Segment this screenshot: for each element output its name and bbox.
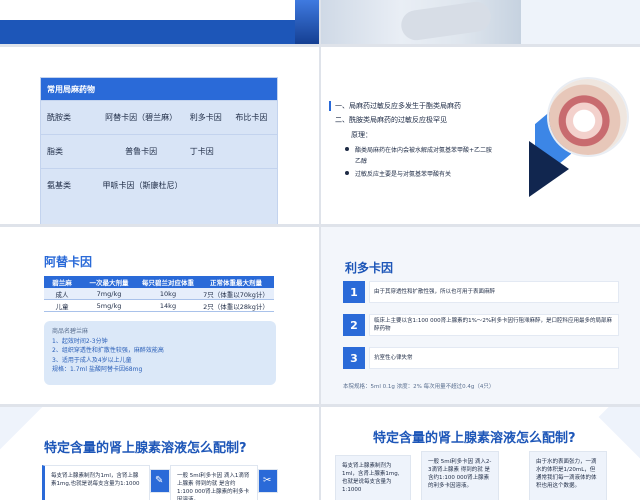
header-cell: 正常体重最大剂量 bbox=[210, 279, 262, 287]
table-row: 儿童 5mg/kg 14kg 2只（体重以28kg计） bbox=[44, 300, 274, 312]
table-row: 酰胺类 阿替卡因（碧兰麻） 利多卡因 布比卡因 bbox=[41, 100, 277, 134]
table-cell: 5mg/kg bbox=[96, 301, 122, 310]
list-item: 3 抗室性心律失常 bbox=[343, 347, 619, 369]
table-cell bbox=[229, 135, 277, 168]
header-cell: 每只碧兰对应体重 bbox=[142, 279, 194, 287]
table-cell: 14kg bbox=[159, 301, 177, 310]
slide-allergy-points[interactable]: 一、局麻药过敏反应多发生于酯类局麻药 二、酰胺类局麻药的过敏反应极罕见 原理： … bbox=[321, 47, 640, 224]
info-card: 由于水的表面张力，一滴水的体积是1/20mL，但通常我们每一滴液体的体积也用这个… bbox=[529, 451, 607, 500]
header-cell: 碧兰麻 bbox=[52, 279, 72, 287]
bullet-dot bbox=[345, 147, 349, 151]
list-item: 1 由于其穿透性和扩散性强，所以也可用于表面麻醉 bbox=[343, 281, 619, 303]
slide-title: 阿替卡因 bbox=[44, 255, 93, 269]
slide-top-left-stripe bbox=[295, 0, 319, 44]
info-card: 每支肾上腺素制剂为1ml，含肾上腺素1mg,也就是说每支含量为1:1000 bbox=[335, 455, 411, 500]
table-cell: 布比卡因 bbox=[235, 113, 268, 122]
slide-anesthetic-table[interactable]: 常用局麻药物 酰胺类 阿替卡因（碧兰麻） 利多卡因 布比卡因 脂类 普鲁卡因 丁… bbox=[0, 47, 319, 224]
info-card: 每支肾上腺素制剂为1ml，含肾上腺素1mg,也就是说每支含量为1:1000 bbox=[42, 465, 150, 500]
syringe-icon: ✎ bbox=[155, 475, 164, 486]
point-two: 二、酰胺类局麻药的过敏反应极罕见 bbox=[335, 116, 447, 124]
info-spec: 规格：1.7ml 盐酸阿替卡因68mg bbox=[52, 366, 143, 373]
dose-table-header: 碧兰麻 一次最大剂量 每只碧兰对应体重 正常体重最大剂量 bbox=[44, 276, 274, 288]
bullet-one-line1: 酯类局麻药在体内会被水解成对氨基苯甲酸+乙二胺 bbox=[355, 147, 493, 154]
table-cell: 阿替卡因（碧兰麻） bbox=[105, 113, 178, 122]
slide-title: 特定含量的肾上腺素溶液怎么配制? bbox=[44, 441, 247, 456]
list-item: 2 临床上主要以含1:100 000肾上腺素的1%～2%利多卡因行阻滞麻醉，是口… bbox=[343, 314, 619, 336]
item-text: 临床上主要以含1:100 000肾上腺素的1%～2%利多卡因行阻滞麻醉，是口腔科… bbox=[369, 314, 619, 336]
table-cell: 甲哌卡因（斯康杜尼） bbox=[102, 181, 183, 190]
info-box-title: 商品名碧兰麻 bbox=[52, 328, 89, 335]
table-cell: 氨基类 bbox=[47, 181, 71, 190]
slide-top-left-panel bbox=[0, 0, 300, 20]
slide-articaine[interactable]: 阿替卡因 碧兰麻 一次最大剂量 每只碧兰对应体重 正常体重最大剂量 成人 7mg… bbox=[0, 227, 319, 404]
table-cell: 7mg/kg bbox=[96, 289, 122, 298]
slide-adrenaline-left[interactable]: 特定含量的肾上腺素溶液怎么配制? 每支肾上腺素制剂为1ml，含肾上腺素1mg,也… bbox=[0, 407, 319, 500]
table-cell: 酰胺类 bbox=[47, 113, 71, 122]
slide-lidocaine[interactable]: 利多卡因 1 由于其穿透性和扩散性强，所以也可用于表面麻醉 2 临床上主要以含1… bbox=[321, 227, 640, 404]
table-cell bbox=[233, 169, 277, 202]
point-one: 一、局麻药过敏反应多发生于酯类局麻药 bbox=[335, 102, 461, 110]
table-cell: 利多卡因 bbox=[189, 113, 222, 122]
bullet-one-line2: 乙醇 bbox=[355, 158, 368, 165]
table-cell: 脂类 bbox=[47, 147, 63, 156]
table-cell bbox=[190, 169, 233, 202]
table-row: 氨基类 甲哌卡因（斯康杜尼） bbox=[41, 168, 277, 202]
slide-top-right[interactable] bbox=[321, 0, 640, 44]
slide-title: 特定含量的肾上腺素溶液怎么配制? bbox=[373, 431, 576, 446]
header-cell: 一次最大剂量 bbox=[89, 279, 129, 287]
drug-table: 常用局麻药物 酰胺类 阿替卡因（碧兰麻） 利多卡因 布比卡因 脂类 普鲁卡因 丁… bbox=[40, 77, 278, 224]
info-line: 3、适用于成人及4岁以上儿童 bbox=[52, 356, 132, 364]
item-number: 1 bbox=[343, 281, 365, 303]
table-cell: 普鲁卡因 bbox=[125, 147, 158, 156]
teeth-photo bbox=[549, 79, 627, 155]
item-number: 2 bbox=[343, 314, 365, 336]
info-card: 一般 5ml利多卡因 滴入1滴肾上腺素 得到的就 是含约1:100 000肾上腺… bbox=[170, 465, 258, 500]
info-line: 2、组织穿透性和扩散性较强，麻醉效能高 bbox=[52, 347, 164, 354]
lido-footer: 本院规格：5ml 0.1g 浓度：2% 每次用量不超过0.4g（4只） bbox=[343, 384, 495, 390]
table-cell: 儿童 bbox=[55, 302, 69, 311]
slide-top-left[interactable] bbox=[0, 0, 319, 44]
accent-bar bbox=[329, 101, 331, 111]
bullet-dot bbox=[345, 171, 349, 175]
item-number: 3 bbox=[343, 347, 365, 369]
background-shape bbox=[0, 407, 43, 450]
drug-table-header: 常用局麻药物 bbox=[41, 78, 277, 100]
item-text: 抗室性心律失常 bbox=[369, 347, 619, 369]
info-card: 一般 5ml利多卡因 滴入2-3滴肾上腺素 得到的就 是含约1:100 000肾… bbox=[421, 451, 499, 500]
principle-label: 原理： bbox=[351, 131, 372, 139]
table-cell: 丁卡因 bbox=[189, 147, 214, 156]
slide-title: 利多卡因 bbox=[345, 261, 394, 275]
info-line: 1、起效时间2-3分钟 bbox=[52, 337, 108, 345]
info-box: 商品名碧兰麻 1、起效时间2-3分钟 2、组织穿透性和扩散性较强，麻醉效能高 3… bbox=[44, 321, 276, 385]
table-cell: 7只（体重以70kg计） bbox=[203, 290, 269, 299]
bullet-two: 过敏反应主要是与对氨基苯甲酸有关 bbox=[355, 171, 452, 178]
table-cell: 10kg bbox=[159, 289, 177, 298]
tools-icon: ✂ bbox=[263, 475, 272, 486]
slide-adrenaline-right[interactable]: 特定含量的肾上腺素溶液怎么配制? 每支肾上腺素制剂为1ml，含肾上腺素1mg,也… bbox=[321, 407, 640, 500]
table-cell: 成人 bbox=[55, 290, 69, 299]
table-row: 脂类 普鲁卡因 丁卡因 bbox=[41, 134, 277, 168]
item-text: 由于其穿透性和扩散性强，所以也可用于表面麻醉 bbox=[369, 281, 619, 303]
table-row: 成人 7mg/kg 10kg 7只（体重以70kg计） bbox=[44, 288, 274, 300]
dose-table: 碧兰麻 一次最大剂量 每只碧兰对应体重 正常体重最大剂量 成人 7mg/kg 1… bbox=[44, 276, 274, 312]
table-cell: 2只（体重以28kg计） bbox=[203, 302, 269, 311]
navy-triangle bbox=[529, 141, 569, 197]
